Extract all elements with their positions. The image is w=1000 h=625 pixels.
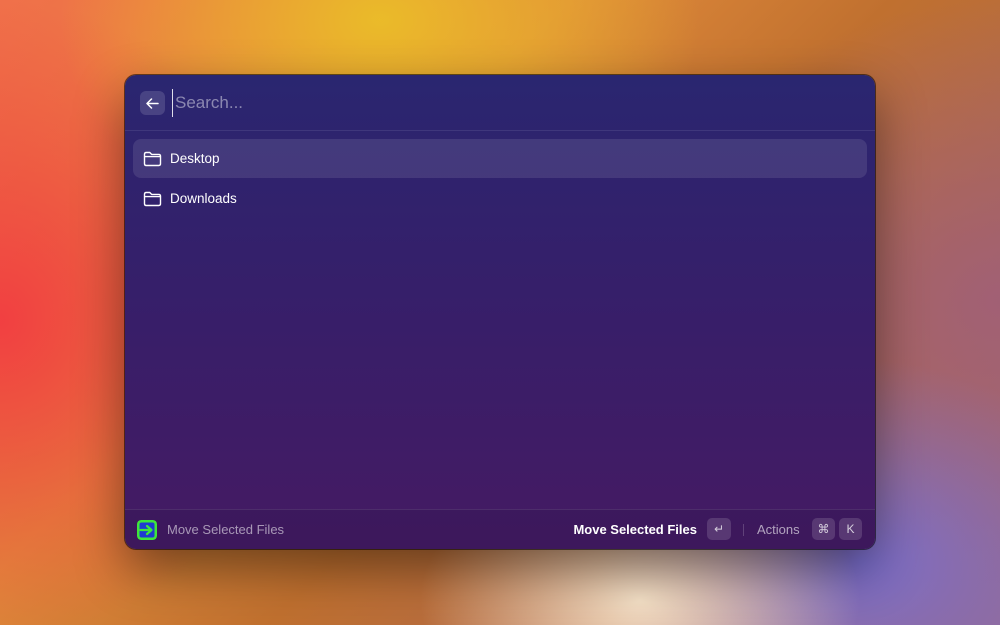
move-files-extension-icon [137,520,157,540]
search-bar [125,75,875,131]
list-item-desktop[interactable]: Desktop [133,139,867,178]
list-item-label: Desktop [170,151,220,166]
actions-button[interactable]: Actions [757,522,800,537]
k-key-hint: K [839,518,862,540]
list-item-downloads[interactable]: Downloads [133,179,867,218]
launcher-window: Desktop Downloads Move Selected Files Mo… [125,75,875,549]
folder-icon [142,190,162,208]
folder-icon [142,150,162,168]
folder-list: Desktop Downloads [133,139,867,219]
search-input[interactable] [172,89,825,117]
enter-key-hint: ↵ [707,518,731,540]
extension-name: Move Selected Files [167,522,285,537]
list-item-label: Downloads [170,191,237,206]
back-button[interactable] [140,91,165,115]
footer-separator [743,524,744,536]
arrow-left-icon [146,97,159,109]
action-bar: Move Selected Files Move Selected Files … [125,509,875,549]
primary-action-button[interactable]: Move Selected Files [573,522,697,537]
command-key-hint: ⌘ [812,518,835,540]
